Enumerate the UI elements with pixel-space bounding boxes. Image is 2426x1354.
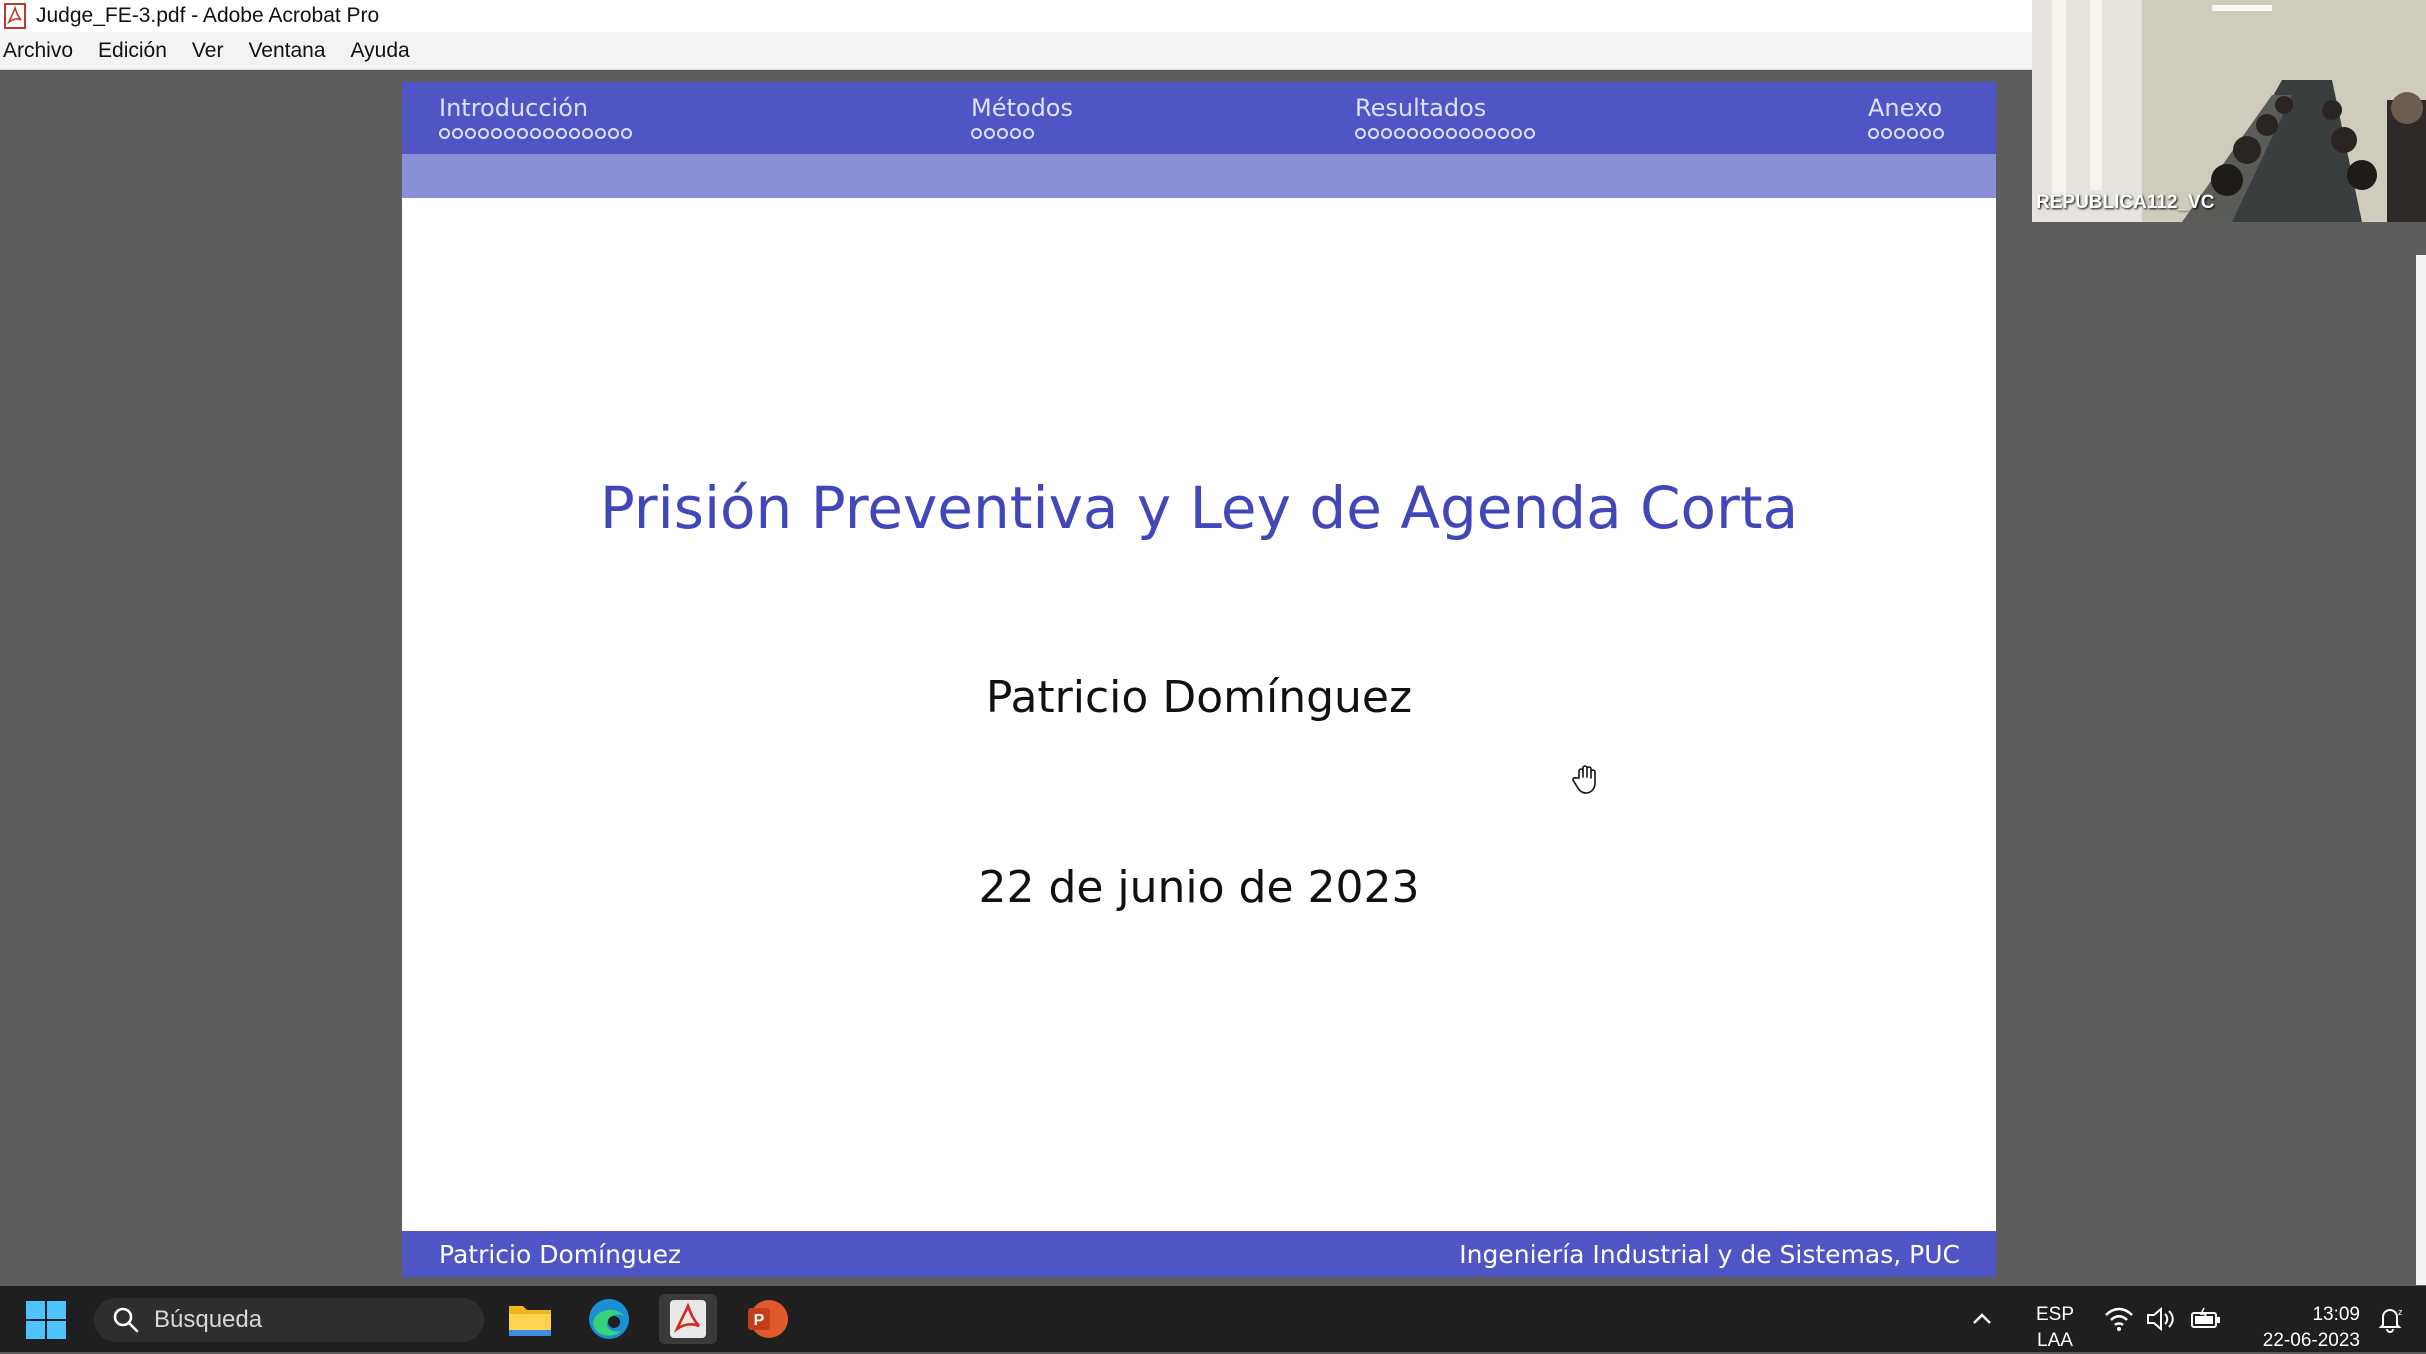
nav-dot[interactable] xyxy=(1010,128,1021,139)
nav-dot[interactable] xyxy=(439,128,450,139)
nav-dot[interactable] xyxy=(997,128,1008,139)
nav-dot[interactable] xyxy=(1920,128,1931,139)
nav-dot[interactable] xyxy=(595,128,606,139)
nav-dot[interactable] xyxy=(1355,128,1366,139)
wifi-icon[interactable] xyxy=(2104,1286,2134,1352)
notification-bell-icon[interactable]: z xyxy=(2376,1286,2404,1352)
nav-dot[interactable] xyxy=(1368,128,1379,139)
windows-taskbar: Búsqueda P ESP LAA 13:09 22-06-2023 z xyxy=(0,1286,2426,1352)
nav-section-label: Anexo xyxy=(1868,94,1943,122)
menu-ventana[interactable]: Ventana xyxy=(245,39,337,63)
nav-dot[interactable] xyxy=(1381,128,1392,139)
nav-dot[interactable] xyxy=(465,128,476,139)
nav-dot[interactable] xyxy=(478,128,489,139)
nav-section-label: Métodos xyxy=(971,94,1073,122)
footer-institution: Ingeniería Industrial y de Sistemas, PUC xyxy=(1459,1239,1960,1269)
nav-dot[interactable] xyxy=(582,128,593,139)
slide-author: Patricio Domínguez xyxy=(985,672,1413,723)
nav-section-resultados[interactable]: Resultados xyxy=(1355,94,1535,139)
nav-dot[interactable] xyxy=(1933,128,1944,139)
video-participant-label: REPUBLICA112_VC xyxy=(2036,192,2215,213)
nav-section-label: Introducción xyxy=(439,94,589,122)
nav-dot[interactable] xyxy=(530,128,541,139)
menu-archivo[interactable]: Archivo xyxy=(0,39,85,63)
nav-section-introduccion[interactable]: Introducción xyxy=(439,94,632,139)
nav-dot[interactable] xyxy=(621,128,632,139)
meeting-room-image xyxy=(2032,0,2426,222)
nav-dot[interactable] xyxy=(1511,128,1522,139)
file-explorer-icon[interactable] xyxy=(501,1294,559,1344)
nav-dot[interactable] xyxy=(1433,128,1444,139)
nav-dot[interactable] xyxy=(543,128,554,139)
nav-section-anexo[interactable]: Anexo xyxy=(1868,94,1944,139)
nav-dot[interactable] xyxy=(569,128,580,139)
acrobat-icon[interactable] xyxy=(659,1294,717,1344)
nav-dot[interactable] xyxy=(1420,128,1431,139)
windows-start-icon[interactable] xyxy=(24,1300,68,1340)
nav-dot[interactable] xyxy=(984,128,995,139)
nav-dot[interactable] xyxy=(1459,128,1470,139)
language-code: ESP xyxy=(2036,1304,2075,1325)
nav-progress-dots xyxy=(1355,128,1535,139)
nav-dot[interactable] xyxy=(491,128,502,139)
nav-dot[interactable] xyxy=(517,128,528,139)
nav-dot[interactable] xyxy=(1472,128,1483,139)
menu-edicion[interactable]: Edición xyxy=(95,39,179,63)
video-conference-thumbnail[interactable]: REPUBLICA112_VC xyxy=(2032,0,2426,222)
slide-nav-header: Introducción Métodos Resultados Anexo xyxy=(402,82,1996,154)
slide-footer: Patricio Domínguez Ingeniería Industrial… xyxy=(402,1231,1996,1277)
right-panel xyxy=(2032,222,2426,1285)
hand-cursor-icon xyxy=(1570,762,1604,796)
nav-dot[interactable] xyxy=(1394,128,1405,139)
nav-dot[interactable] xyxy=(971,128,982,139)
menu-bar: Archivo Edición Ver Ventana Ayuda xyxy=(0,32,2032,70)
pdf-slide-page: Introducción Métodos Resultados Anexo Pr… xyxy=(402,82,1996,1277)
svg-text:z: z xyxy=(2398,1307,2403,1317)
acrobat-app-icon xyxy=(2,2,28,30)
edge-icon[interactable] xyxy=(580,1294,638,1344)
svg-text:P: P xyxy=(754,1312,765,1329)
nav-dot[interactable] xyxy=(1023,128,1034,139)
nav-dot[interactable] xyxy=(1407,128,1418,139)
nav-dot[interactable] xyxy=(1881,128,1892,139)
nav-progress-dots xyxy=(1868,128,1944,139)
nav-section-metodos[interactable]: Métodos xyxy=(971,94,1073,139)
tray-overflow-chevron-icon[interactable] xyxy=(1970,1286,1994,1352)
window-title: Judge_FE-3.pdf - Adobe Acrobat Pro xyxy=(36,4,380,27)
nav-dot[interactable] xyxy=(1907,128,1918,139)
nav-dot[interactable] xyxy=(1498,128,1509,139)
taskbar-search-box[interactable]: Búsqueda xyxy=(94,1298,484,1342)
keyboard-layout: LAA xyxy=(2037,1330,2073,1351)
search-placeholder: Búsqueda xyxy=(154,1306,263,1333)
nav-dot[interactable] xyxy=(1894,128,1905,139)
system-clock[interactable]: 13:09 22-06-2023 xyxy=(2244,1302,2360,1354)
menu-ver[interactable]: Ver xyxy=(189,39,236,63)
slide-title: Prisión Preventiva y Ley de Agenda Corta xyxy=(599,474,1799,542)
slide-subheader-band xyxy=(402,154,1996,198)
window-titlebar: Judge_FE-3.pdf - Adobe Acrobat Pro xyxy=(0,0,2032,32)
volume-icon[interactable] xyxy=(2146,1286,2176,1352)
nav-dot[interactable] xyxy=(1868,128,1879,139)
nav-dot[interactable] xyxy=(556,128,567,139)
nav-progress-dots xyxy=(439,128,632,139)
battery-icon[interactable] xyxy=(2190,1286,2222,1352)
footer-author: Patricio Domínguez xyxy=(439,1239,682,1269)
nav-dot[interactable] xyxy=(608,128,619,139)
nav-dot[interactable] xyxy=(1485,128,1496,139)
nav-dot[interactable] xyxy=(1524,128,1535,139)
clock-date: 22-06-2023 xyxy=(2262,1330,2360,1351)
clock-time: 13:09 xyxy=(2312,1304,2360,1325)
nav-dot[interactable] xyxy=(504,128,515,139)
vertical-scrollbar[interactable] xyxy=(2416,255,2426,1285)
nav-section-label: Resultados xyxy=(1355,94,1487,122)
nav-progress-dots xyxy=(971,128,1073,139)
nav-dot[interactable] xyxy=(1446,128,1457,139)
powerpoint-icon[interactable]: P xyxy=(738,1294,796,1344)
search-icon xyxy=(112,1306,140,1334)
slide-date: 22 de junio de 2023 xyxy=(978,862,1420,913)
nav-dot[interactable] xyxy=(452,128,463,139)
language-indicator[interactable]: ESP LAA xyxy=(2036,1302,2074,1354)
menu-ayuda[interactable]: Ayuda xyxy=(348,39,422,63)
